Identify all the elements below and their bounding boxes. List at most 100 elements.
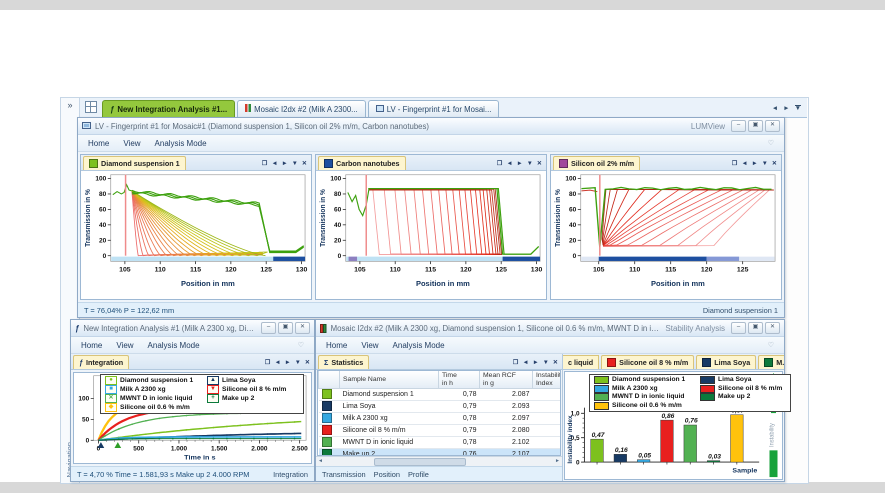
scroll-right-icon[interactable]: ► (517, 160, 523, 167)
close-icon[interactable]: ✕ (302, 160, 307, 167)
sigma-icon: Σ (324, 358, 328, 367)
integration-chart-area[interactable]: 05001.0001.5002.0002.500050100Time in s … (73, 372, 312, 464)
sample-tab-label: Silicone oil 8 % m/m (619, 358, 688, 367)
menu-item-home[interactable]: Home (326, 341, 347, 350)
menu-item-home[interactable]: Home (88, 139, 109, 148)
menu-chevron-icon[interactable]: ♡ (298, 341, 304, 349)
series-marker (104, 435, 106, 437)
scroll-right-icon[interactable]: ► (752, 160, 758, 167)
column-header[interactable]: Instability Index (533, 371, 562, 389)
float-icon[interactable]: ❐ (497, 160, 503, 167)
sample-tab[interactable]: Lima Soya (696, 355, 756, 369)
statistics-tab-row: Σ Statistics ❐◄ ► ▼ ✕ (316, 354, 562, 370)
close-icon[interactable]: ✕ (553, 359, 558, 366)
pin-icon[interactable]: ▼ (543, 359, 549, 366)
profile-switch-transmission[interactable]: Transmission (322, 470, 366, 479)
sample-tab[interactable]: c liquid (563, 355, 599, 369)
close-button[interactable]: ✕ (765, 322, 780, 334)
scroll-left-icon[interactable]: ◄ (772, 105, 778, 112)
mosaic-titlebar[interactable]: Mosaic I2dx #2 (Milk A 2300 xg, Diamond … (316, 320, 784, 337)
scroll-right-icon[interactable]: ► (285, 359, 291, 366)
navigation-collapse-icon[interactable]: » (61, 100, 79, 110)
scroll-right-icon[interactable]: ► (783, 105, 789, 112)
doc-tab[interactable]: ƒNew Integration Analysis #1... (102, 100, 235, 117)
close-button[interactable]: ✕ (295, 322, 310, 334)
scroll-left-icon[interactable]: ◄ (506, 160, 512, 167)
bar-chart-wrap[interactable]: 00,51,00,470,160,050,860,760,030,97Sampl… (565, 372, 765, 479)
doc-tab[interactable]: LV - Fingerprint #1 for Mosai... (368, 100, 500, 117)
menu-item-analysis-mode[interactable]: Analysis Mode (155, 139, 207, 148)
menu-item-view[interactable]: View (361, 341, 378, 350)
axis-text: 110 (155, 267, 166, 274)
menu-chevron-icon[interactable]: ♡ (768, 341, 774, 349)
float-icon[interactable]: ❐ (265, 359, 271, 366)
scroll-right-icon[interactable]: ► (555, 458, 560, 464)
statistics-horizontal-scrollbar[interactable]: ◄ ► (316, 456, 562, 466)
chart-carbon-nanotubes[interactable]: 105110115120125130020406080100Position i… (316, 171, 546, 299)
menu-chevron-icon[interactable]: ♡ (768, 139, 774, 147)
profile-switch-position[interactable]: Position (374, 470, 400, 479)
minimize-button[interactable]: – (261, 322, 276, 334)
scroll-left-icon[interactable]: ◄ (522, 359, 528, 366)
profile-switch-profile[interactable]: Profile (408, 470, 429, 479)
chart-diamond-suspension[interactable]: 105110115120125130020406080100Position i… (81, 171, 311, 299)
doc-tab[interactable]: Mosaic I2dx #2 (Milk A 2300... (237, 100, 366, 117)
float-icon[interactable]: ❐ (262, 160, 268, 167)
minimize-button[interactable]: – (731, 120, 746, 132)
close-icon[interactable]: ✕ (537, 160, 542, 167)
sample-tab[interactable]: Diamond suspension 1 (83, 156, 186, 170)
column-header[interactable]: Timein h (439, 371, 480, 389)
menu-item-view[interactable]: View (123, 139, 140, 148)
menu-item-analysis-mode[interactable]: Analysis Mode (148, 341, 200, 350)
scroll-left-icon[interactable]: ◄ (274, 359, 280, 366)
scrollbar-thumb[interactable] (374, 458, 466, 466)
scroll-right-icon[interactable]: ► (533, 359, 539, 366)
time-marker-icon (114, 442, 121, 448)
sample-tab[interactable]: Carbon nanotubes (318, 156, 406, 170)
integration-legend: ●Diamond suspension 1▲Lima Soya■Milk A 2… (100, 374, 304, 414)
table-row[interactable]: Diamond suspension 10,782.0870,47 (319, 389, 562, 401)
close-icon[interactable]: ✕ (772, 160, 777, 167)
sample-tab[interactable]: Silicone oil 8 % m/m (601, 355, 694, 369)
scroll-left-icon[interactable]: ◄ (271, 160, 277, 167)
table-row[interactable]: Lima Soya0,792.0930,16 (319, 401, 562, 413)
scroll-right-icon[interactable]: ► (282, 160, 288, 167)
float-icon[interactable]: ❐ (732, 160, 738, 167)
scroll-left-icon[interactable]: ◄ (741, 160, 747, 167)
maximize-button[interactable]: ▣ (748, 322, 763, 334)
maximize-button[interactable]: ▣ (278, 322, 293, 334)
pin-icon[interactable]: ▼ (292, 160, 298, 167)
column-header[interactable]: Mean RCFin g (480, 371, 533, 389)
menu-item-view[interactable]: View (116, 341, 133, 350)
pin-icon[interactable]: ▼ (295, 359, 301, 366)
integration-titlebar[interactable]: ƒ New Integration Analysis #1 (Milk A 23… (71, 320, 314, 337)
close-button[interactable]: ✕ (765, 120, 780, 132)
chart-silicon-oil[interactable]: 105110115120125020406080100Position in m… (551, 171, 781, 299)
layout-grid-icon[interactable] (85, 101, 97, 113)
tab-integration[interactable]: ƒ Integration (73, 355, 129, 369)
table-row[interactable]: Milk A 2300 xg0,782.0970,05 (319, 413, 562, 425)
series-marker (185, 429, 187, 431)
lv-icon (376, 105, 384, 114)
maximize-button[interactable]: ▣ (748, 120, 763, 132)
tab-statistics[interactable]: Σ Statistics (318, 355, 369, 369)
float-icon[interactable]: ❐ (513, 359, 519, 366)
table-row[interactable]: Make up 20,762.1070,03 (319, 449, 562, 457)
menu-item-home[interactable]: Home (81, 341, 102, 350)
minimize-button[interactable]: – (731, 322, 746, 334)
pin-icon[interactable]: ▼ (527, 160, 533, 167)
axis-text: 0,76 (685, 418, 698, 425)
series-marker (118, 428, 120, 430)
close-icon[interactable]: ✕ (305, 359, 310, 366)
scroll-left-icon[interactable]: ◄ (318, 458, 323, 464)
column-header[interactable]: Sample Name (340, 371, 439, 389)
axis-text: 100 (330, 176, 341, 183)
pin-icon[interactable]: ▼ (795, 105, 801, 112)
menu-item-analysis-mode[interactable]: Analysis Mode (393, 341, 445, 350)
table-row[interactable]: MWNT D in ionic liquid0,782.1020,76 (319, 437, 562, 449)
sample-tab[interactable]: M... (758, 355, 784, 369)
sample-tab[interactable]: Silicon oil 2% m/m (553, 156, 640, 170)
table-row[interactable]: Silicone oil 8 % m/m0,792.0800,86 (319, 425, 562, 437)
lv-titlebar[interactable]: LV - Fingerprint #1 for Mosaic#1 (Diamon… (78, 118, 784, 135)
pin-icon[interactable]: ▼ (762, 160, 768, 167)
